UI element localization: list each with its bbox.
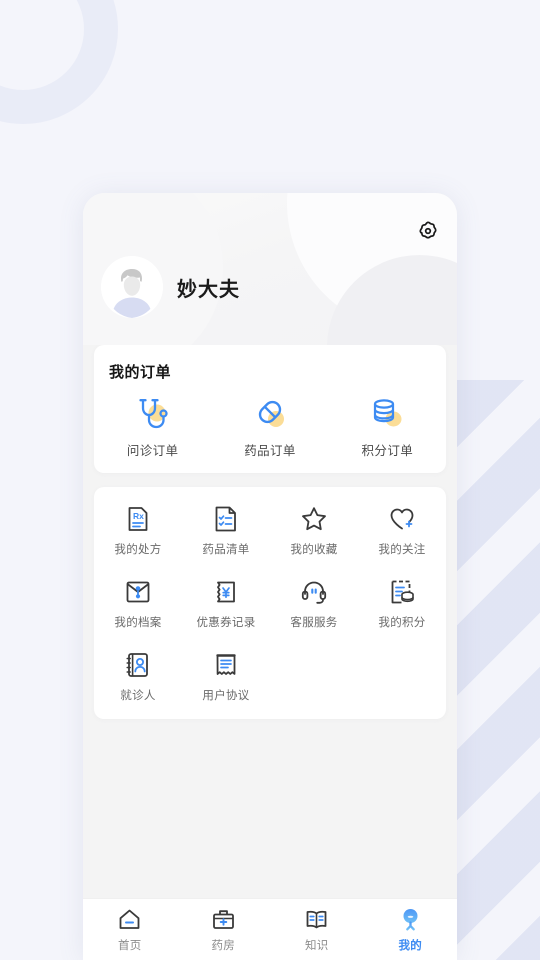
order-label: 药品订单 — [244, 444, 296, 458]
menu-item-label: 就诊人 — [120, 690, 156, 702]
menu-item-prescriptions[interactable]: Rx 我的处方 — [94, 505, 182, 557]
envelope-record-icon — [124, 578, 152, 606]
menu-item-label: 客服服务 — [290, 617, 338, 629]
home-icon — [117, 907, 142, 932]
user-name: 妙大夫 — [177, 278, 240, 301]
menu-item-follows[interactable]: 我的关注 — [358, 505, 446, 557]
contact-person-icon — [124, 651, 152, 679]
checklist-document-icon — [212, 505, 240, 533]
medical-kit-icon — [211, 907, 236, 932]
menu-item-label: 我的收藏 — [290, 544, 338, 556]
menu-item-label: 我的处方 — [114, 544, 162, 556]
menu-item-records[interactable]: 我的档案 — [94, 578, 182, 630]
menu-item-label: 我的档案 — [114, 617, 162, 629]
tab-knowledge[interactable]: 知识 — [270, 899, 364, 960]
gear-icon[interactable] — [416, 219, 440, 243]
star-icon — [300, 505, 328, 533]
phone-screen: 妙大夫 我的订单 问诊订单 药品订单 积分订单 Rx 我的处方 药品清单 我的收… — [83, 193, 457, 960]
menu-grid-card: Rx 我的处方 药品清单 我的收藏 我的关注 我的档案 优惠券记录 客服服务 我… — [94, 487, 446, 719]
menu-item-medicine-list[interactable]: 药品清单 — [182, 505, 270, 557]
prescription-rx-icon: Rx — [124, 505, 152, 533]
tab-label: 药房 — [211, 939, 236, 952]
menu-item-points[interactable]: 我的积分 — [358, 578, 446, 630]
order-item-medicine[interactable]: 药品订单 — [211, 395, 328, 459]
open-book-icon — [304, 907, 329, 932]
coupon-yuan-icon — [212, 578, 240, 606]
menu-item-customer-service[interactable]: 客服服务 — [270, 578, 358, 630]
svg-text:Rx: Rx — [133, 511, 144, 521]
tab-label: 知识 — [304, 939, 329, 952]
profile-header: 妙大夫 — [83, 193, 457, 345]
coin-stack-icon — [368, 395, 406, 433]
content-area: 我的订单 问诊订单 药品订单 积分订单 Rx 我的处方 药品清单 我的收藏 我的… — [83, 345, 457, 898]
my-orders-card: 我的订单 问诊订单 药品订单 积分订单 — [94, 345, 446, 473]
tab-mine[interactable]: 我的 — [364, 899, 458, 960]
menu-item-label: 我的关注 — [378, 544, 426, 556]
headset-icon — [300, 578, 328, 606]
decorative-ring — [0, 0, 118, 124]
tab-home[interactable]: 首页 — [83, 899, 177, 960]
points-document-icon — [388, 578, 416, 606]
stethoscope-icon — [134, 395, 172, 433]
menu-item-agreement[interactable]: 用户协议 — [182, 651, 270, 703]
profile-block[interactable]: 妙大夫 — [101, 256, 240, 318]
menu-item-label: 我的积分 — [378, 617, 426, 629]
menu-item-label: 优惠券记录 — [196, 617, 256, 629]
my-orders-row: 问诊订单 药品订单 积分订单 — [94, 395, 446, 459]
user-profile-icon — [398, 907, 423, 932]
bottom-navigation: 首页 药房 知识 我的 — [83, 898, 457, 960]
order-item-consultation[interactable]: 问诊订单 — [94, 395, 211, 459]
agreement-receipt-icon — [212, 651, 240, 679]
menu-item-coupons[interactable]: 优惠券记录 — [182, 578, 270, 630]
menu-item-label: 用户协议 — [202, 690, 250, 702]
order-label: 积分订单 — [361, 444, 414, 458]
menu-grid: Rx 我的处方 药品清单 我的收藏 我的关注 我的档案 优惠券记录 客服服务 我… — [94, 505, 446, 703]
menu-item-patient[interactable]: 就诊人 — [94, 651, 182, 703]
order-label: 问诊订单 — [126, 444, 179, 458]
heart-plus-icon — [388, 505, 416, 533]
menu-item-label: 药品清单 — [202, 544, 250, 556]
menu-item-favorites[interactable]: 我的收藏 — [270, 505, 358, 557]
my-orders-title: 我的订单 — [109, 364, 172, 381]
avatar[interactable] — [101, 256, 163, 318]
order-item-points[interactable]: 积分订单 — [329, 395, 446, 459]
pill-capsule-icon — [251, 395, 289, 433]
tab-label: 我的 — [398, 939, 423, 952]
tab-pharmacy[interactable]: 药房 — [177, 899, 271, 960]
tab-label: 首页 — [117, 939, 142, 952]
